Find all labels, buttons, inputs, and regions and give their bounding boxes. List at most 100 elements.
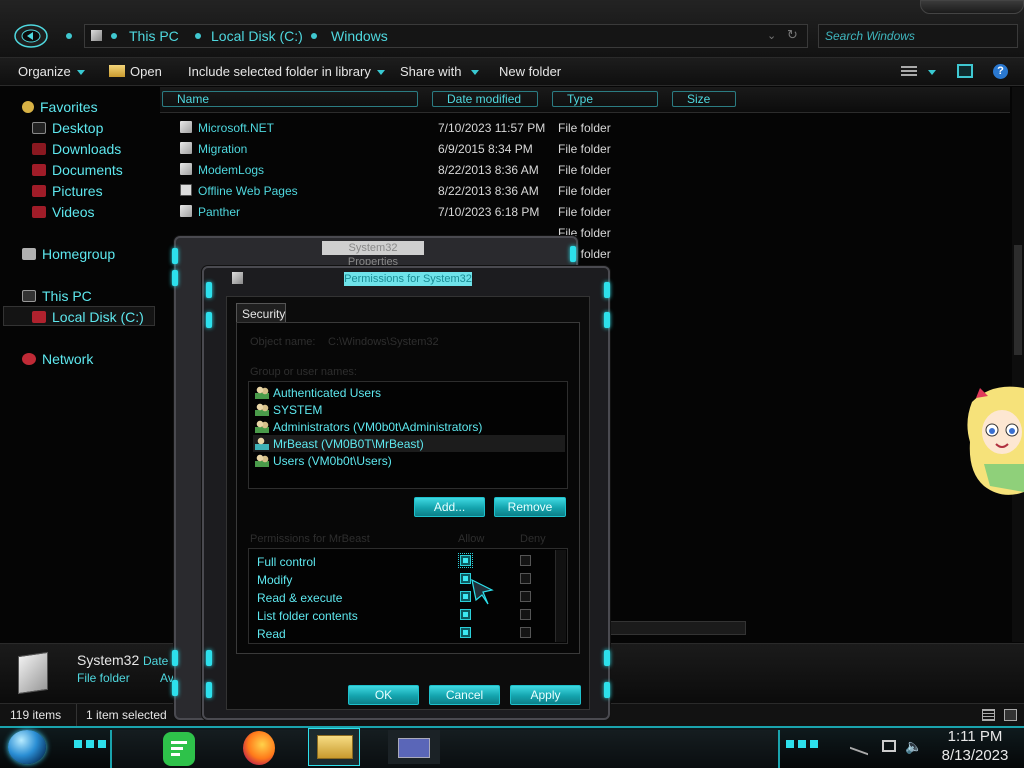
sidebar-item-documents[interactable]: Documents [32, 162, 123, 178]
permissions-for-label: Permissions for MrBeast [250, 533, 370, 545]
allow-read-checkbox[interactable] [460, 627, 471, 638]
group-user-list[interactable]: Authenticated Users SYSTEM Administrator… [248, 381, 568, 489]
chevron-down-icon[interactable] [928, 70, 936, 75]
column-header-name[interactable]: Name [162, 91, 418, 107]
file-name: ModemLogs [198, 163, 265, 177]
sidebar-item-favorites[interactable]: Favorites [22, 99, 98, 115]
notes-app-icon[interactable] [163, 732, 195, 766]
column-header-row: Name Date modified Type Size [160, 87, 1010, 113]
list-item[interactable]: Users (VM0b0t\Users) [253, 452, 565, 469]
column-header-type[interactable]: Type [552, 91, 658, 107]
sidebar-item-downloads[interactable]: Downloads [32, 141, 121, 157]
start-button[interactable] [8, 730, 46, 764]
group-name: Authenticated Users [273, 386, 382, 400]
open-button[interactable]: Open [109, 64, 162, 79]
allow-list-folder-checkbox[interactable] [460, 609, 471, 620]
sidebar-item-network[interactable]: Network [22, 351, 93, 367]
users-icon [255, 454, 269, 467]
breadcrumb-local-disk[interactable]: Local Disk (C:) [211, 28, 303, 44]
include-in-library-button[interactable]: Include selected folder in library [188, 64, 385, 79]
search-input[interactable]: Search Windows [818, 24, 1018, 48]
properties-dialog-title: System32 Properties [322, 241, 424, 268]
sidebar-item-pictures[interactable]: Pictures [32, 183, 103, 199]
table-row[interactable]: Panther 7/10/2023 6:18 PM File folder [160, 201, 860, 222]
chevron-down-icon[interactable]: ⌄ [767, 29, 776, 42]
view-options-icon[interactable] [901, 66, 917, 77]
deny-read-execute-checkbox[interactable] [520, 591, 531, 602]
new-folder-button[interactable]: New folder [499, 64, 561, 79]
organize-button[interactable]: Organize [18, 64, 85, 79]
folder-icon [180, 142, 192, 154]
firefox-icon[interactable] [243, 731, 275, 765]
tab-security[interactable]: Security [236, 303, 286, 323]
taskbar-decoration [74, 740, 110, 748]
deny-full-control-checkbox[interactable] [520, 555, 531, 566]
breadcrumb-windows[interactable]: Windows [331, 28, 388, 44]
list-item[interactable]: Administrators (VM0b0t\Administrators) [253, 418, 565, 435]
breadcrumb-separator-icon [311, 33, 317, 39]
permission-row: Modify [257, 573, 292, 589]
list-item-selected[interactable]: MrBeast (VM0B0T\MrBeast) [253, 435, 565, 452]
details-view-icon[interactable] [982, 709, 995, 721]
sidebar-item-local-disk[interactable]: Local Disk (C:) [32, 309, 144, 325]
column-header-size[interactable]: Size [672, 91, 736, 107]
refresh-icon[interactable]: ↻ [787, 27, 798, 43]
mouse-cursor-icon [471, 578, 494, 605]
large-icons-view-icon[interactable] [1004, 709, 1017, 721]
permission-name: Full control [257, 555, 316, 569]
system-clock[interactable]: 1:11 PM 8/13/2023 [930, 727, 1020, 765]
sidebar-item-desktop[interactable]: Desktop [32, 120, 103, 136]
selected-count: 1 item selected [86, 708, 167, 722]
window-controls[interactable] [920, 0, 1024, 14]
ok-button[interactable]: OK [348, 685, 419, 705]
frame-glow [206, 312, 212, 328]
deny-read-checkbox[interactable] [520, 627, 531, 638]
clock-time: 1:11 PM [947, 728, 1003, 745]
table-row[interactable]: ModemLogs 8/22/2013 8:36 AM File folder [160, 159, 860, 180]
network-tray-icon[interactable] [882, 740, 896, 752]
help-icon[interactable]: ? [993, 64, 1008, 79]
sidebar-item-this-pc[interactable]: This PC [22, 288, 92, 304]
table-row[interactable]: Offline Web Pages 8/22/2013 8:36 AM File f… [160, 180, 860, 201]
frame-glow [206, 682, 212, 698]
address-bar[interactable]: This PC Local Disk (C:) Windows ⌄ ↻ [84, 24, 808, 48]
list-item[interactable]: SYSTEM [253, 401, 565, 418]
table-row[interactable]: Microsoft.NET 7/10/2023 11:57 PM File fold… [160, 117, 860, 138]
sidebar-item-homegroup[interactable]: Homegroup [22, 246, 115, 262]
volume-icon[interactable]: 🔈 [905, 738, 922, 755]
cancel-button[interactable]: Cancel [429, 685, 500, 705]
frame-glow [604, 682, 610, 698]
apply-button[interactable]: Apply [510, 685, 581, 705]
file-explorer-taskbar-button[interactable] [308, 728, 360, 766]
sidebar-label: Homegroup [42, 246, 116, 262]
chevron-down-icon [471, 70, 480, 76]
navigation-pane: Favorites Desktop Downloads Documents Pi… [0, 87, 160, 642]
column-header-date[interactable]: Date modified [432, 91, 538, 107]
window-taskbar-button[interactable] [388, 730, 440, 764]
folder-icon [180, 205, 192, 217]
permissions-scrollbar[interactable] [555, 550, 566, 642]
back-forward-icon[interactable] [14, 22, 48, 50]
list-item[interactable]: Authenticated Users [253, 384, 565, 401]
horizontal-scrollbar[interactable] [606, 621, 746, 635]
preview-pane-icon[interactable] [957, 64, 973, 78]
allow-full-control-checkbox[interactable] [458, 553, 473, 568]
deny-list-folder-checkbox[interactable] [520, 609, 531, 620]
add-button[interactable]: Add... [414, 497, 485, 517]
star-icon [22, 101, 34, 113]
table-row[interactable]: Migration 6/9/2015 8:34 PM File folder [160, 138, 860, 159]
breadcrumb-this-pc[interactable]: This PC [129, 28, 179, 44]
history-dot-icon[interactable] [66, 33, 72, 39]
vertical-scrollbar[interactable] [1012, 87, 1024, 642]
organize-label: Organize [18, 64, 71, 79]
deny-modify-checkbox[interactable] [520, 573, 531, 584]
share-with-button[interactable]: Share with [400, 64, 480, 79]
sidebar-item-videos[interactable]: Videos [32, 204, 95, 220]
remove-button[interactable]: Remove [494, 497, 566, 517]
object-name-value: C:\Windows\System32 [328, 336, 439, 348]
file-date: 6/9/2015 8:34 PM [438, 142, 533, 156]
scrollbar-thumb[interactable] [1014, 245, 1022, 355]
taskbar-app-tray [110, 730, 780, 768]
group-name: MrBeast (VM0B0T\MrBeast) [273, 437, 424, 451]
breadcrumb-separator-icon [111, 33, 117, 39]
